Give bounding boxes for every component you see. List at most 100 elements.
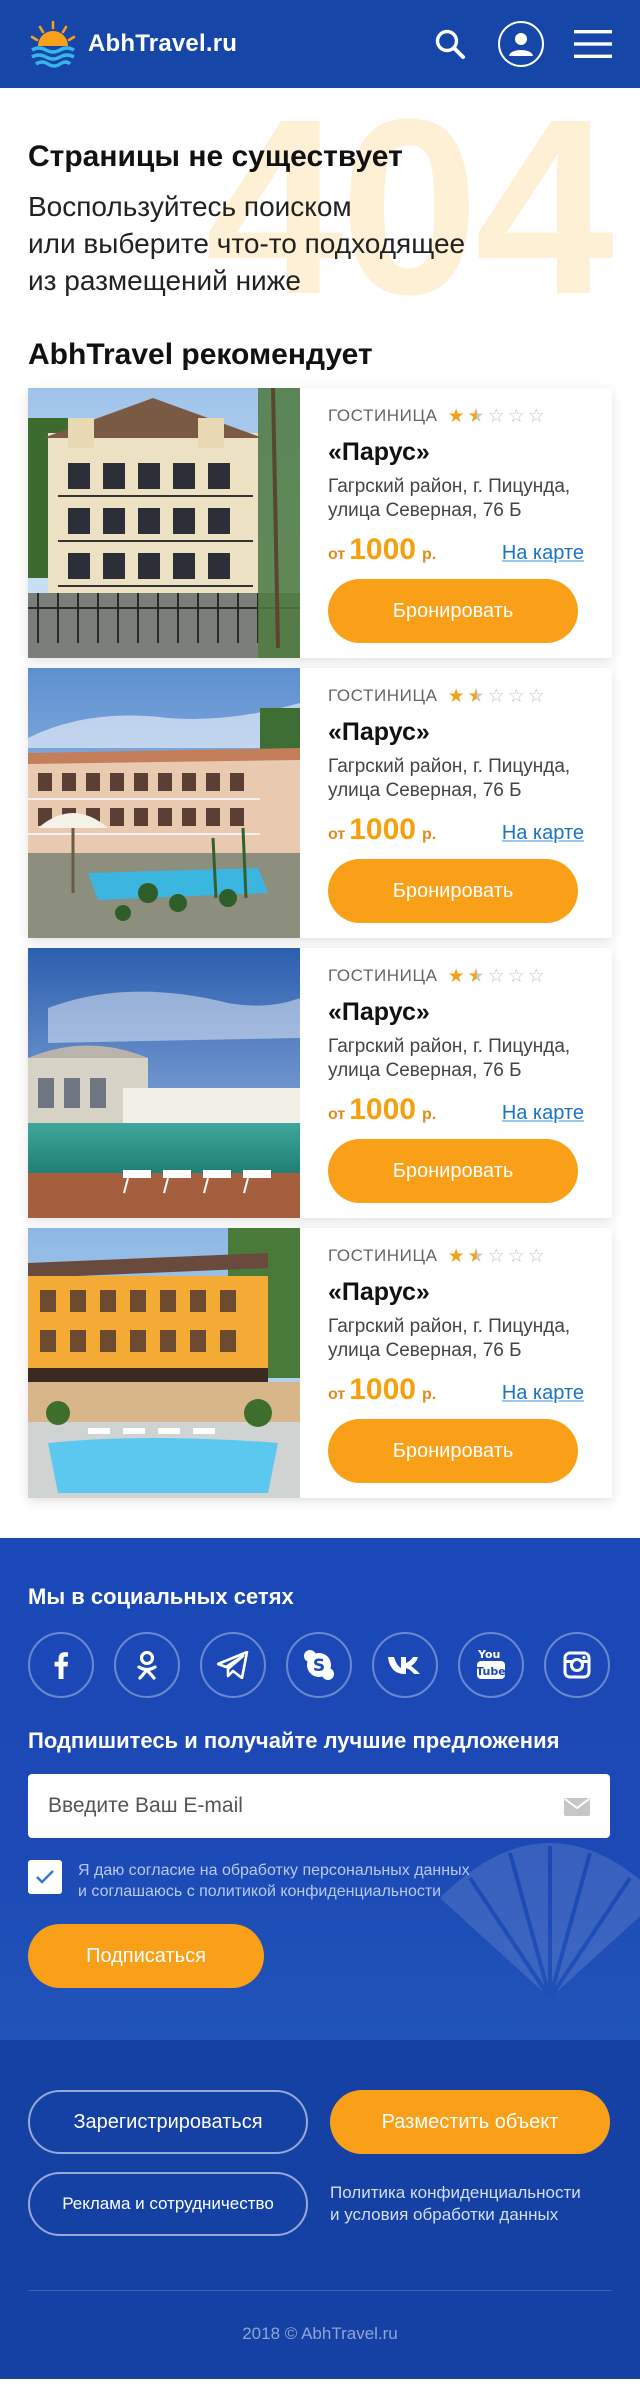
- hotel-photo[interactable]: [28, 1228, 300, 1498]
- menu-button[interactable]: [574, 29, 612, 59]
- price-value: 1000: [349, 1373, 416, 1406]
- hotel-photo[interactable]: [28, 388, 300, 658]
- telegram-link[interactable]: [200, 1632, 266, 1698]
- star-empty-icon: ☆: [527, 685, 545, 707]
- facebook-icon: [54, 1652, 69, 1679]
- privacy-policy-link[interactable]: Политика конфиденциальности и условия об…: [330, 2182, 581, 2226]
- subscribe-button[interactable]: Подписаться: [28, 1924, 264, 1988]
- hotel-card[interactable]: ГОСТИНИЦА ★ ★ ☆ ☆ ☆ «Парус» Гагрский рай…: [28, 948, 612, 1218]
- hotel-card[interactable]: ГОСТИНИЦА ★ ★ ☆ ☆ ☆ «Парус» Гагрский рай…: [28, 388, 612, 658]
- star-rating: ★ ★ ☆ ☆ ☆: [448, 687, 545, 706]
- map-link[interactable]: На карте: [502, 822, 584, 845]
- hamburger-menu-icon: [574, 30, 612, 58]
- star-empty-icon: ☆: [507, 685, 525, 707]
- social-heading: Мы в социальных сетях: [28, 1584, 294, 1609]
- star-rating: ★ ★ ☆ ☆ ☆: [448, 407, 545, 426]
- star-empty-icon: ☆: [507, 1245, 525, 1267]
- price-currency: р.: [421, 1106, 437, 1123]
- skype-link[interactable]: S: [286, 1632, 352, 1698]
- social-subscribe-section: Мы в социальных сетях S You Tube Подпишит…: [0, 1538, 640, 2040]
- hotel-pool-image: [28, 668, 300, 938]
- svg-text:S: S: [313, 1656, 325, 1676]
- star-half-icon: ★: [467, 1245, 485, 1267]
- price-value: 1000: [349, 1093, 416, 1126]
- place-object-button[interactable]: Разместить объект: [330, 2090, 610, 2154]
- star-empty-icon: ☆: [527, 1245, 545, 1267]
- star-empty-icon: ☆: [527, 405, 545, 427]
- register-button[interactable]: Зарегистрироваться: [28, 2090, 308, 2154]
- logo[interactable]: AbhTravel.ru: [28, 19, 237, 69]
- hotel-address: Гагрский район, г. Пицунда, улица Северн…: [328, 476, 571, 521]
- vk-link[interactable]: [372, 1632, 438, 1698]
- star-empty-icon: ☆: [487, 1245, 505, 1267]
- price-value: 1000: [349, 533, 416, 566]
- copyright: 2018 © AbhTravel.ru: [242, 2324, 398, 2343]
- book-button[interactable]: Бронировать: [328, 859, 578, 923]
- hotel-type: ГОСТИНИЦА: [328, 1246, 438, 1265]
- sun-waves-logo-icon: [30, 20, 76, 68]
- price-prefix: от: [328, 546, 346, 563]
- price-prefix: от: [328, 1386, 346, 1403]
- social-links: S You Tube: [28, 1632, 612, 1698]
- email-field-wrapper: [28, 1774, 610, 1838]
- hotel-address: Гагрский район, г. Пицунда, улица Северн…: [328, 1036, 571, 1081]
- hotel-photo[interactable]: [28, 668, 300, 938]
- price-prefix: от: [328, 1106, 346, 1123]
- hotel-name[interactable]: «Парус»: [328, 1278, 584, 1307]
- hotel-address: Гагрский район, г. Пицунда, улица Северн…: [328, 756, 571, 801]
- map-link[interactable]: На карте: [502, 1102, 584, 1125]
- odnoklassniki-link[interactable]: [114, 1632, 180, 1698]
- star-rating: ★ ★ ☆ ☆ ☆: [448, 1247, 545, 1266]
- profile-button[interactable]: [498, 21, 544, 67]
- email-input[interactable]: [28, 1774, 610, 1838]
- youtube-link[interactable]: You Tube: [458, 1632, 524, 1698]
- price-currency: р.: [421, 826, 437, 843]
- hotel-indoor-pool-image: [28, 948, 300, 1218]
- hotel-address: Гагрский район, г. Пицунда, улица Северн…: [328, 1316, 571, 1361]
- hotel-type: ГОСТИНИЦА: [328, 406, 438, 425]
- odnoklassniki-icon: [137, 1650, 157, 1680]
- user-icon: [509, 33, 533, 56]
- hotel-name[interactable]: «Парус»: [328, 718, 584, 747]
- book-button[interactable]: Бронировать: [328, 579, 578, 643]
- star-half-icon: ★: [467, 405, 485, 427]
- star-empty-icon: ☆: [507, 405, 525, 427]
- search-button[interactable]: [432, 26, 468, 62]
- star-empty-icon: ☆: [487, 965, 505, 987]
- page-title: Страницы не существует: [28, 140, 403, 173]
- telegram-icon: [217, 1651, 249, 1679]
- star-half-icon: ★: [467, 685, 485, 707]
- instagram-icon: [563, 1651, 591, 1679]
- map-link[interactable]: На карте: [502, 1382, 584, 1405]
- price-currency: р.: [421, 1386, 437, 1403]
- hotel-building-image: [28, 388, 300, 658]
- vk-icon: [388, 1657, 420, 1674]
- star-half-icon: ★: [467, 965, 485, 987]
- map-link[interactable]: На карте: [502, 542, 584, 565]
- price-value: 1000: [349, 813, 416, 846]
- book-button[interactable]: Бронировать: [328, 1419, 578, 1483]
- hotel-name[interactable]: «Парус»: [328, 438, 584, 467]
- hotel-type: ГОСТИНИЦА: [328, 686, 438, 705]
- facebook-link[interactable]: [28, 1632, 94, 1698]
- book-button[interactable]: Бронировать: [328, 1139, 578, 1203]
- star-rating: ★ ★ ☆ ☆ ☆: [448, 967, 545, 986]
- instagram-link[interactable]: [544, 1632, 610, 1698]
- star-full-icon: ★: [447, 1245, 465, 1267]
- star-empty-icon: ☆: [487, 685, 505, 707]
- skype-icon: S: [304, 1650, 334, 1680]
- price-prefix: от: [328, 826, 346, 843]
- star-empty-icon: ☆: [487, 405, 505, 427]
- search-icon: [435, 29, 465, 59]
- hotel-type: ГОСТИНИЦА: [328, 966, 438, 985]
- star-empty-icon: ☆: [507, 965, 525, 987]
- mail-icon: [564, 1798, 590, 1816]
- site-footer: Зарегистрироваться Разместить объект Рек…: [0, 2040, 640, 2379]
- hotel-card[interactable]: ГОСТИНИЦА ★ ★ ☆ ☆ ☆ «Парус» Гагрский рай…: [28, 668, 612, 938]
- consent-checkbox[interactable]: [28, 1860, 62, 1894]
- star-full-icon: ★: [447, 685, 465, 707]
- hotel-card[interactable]: ГОСТИНИЦА ★ ★ ☆ ☆ ☆ «Парус» Гагрский рай…: [28, 1228, 612, 1498]
- advertising-button[interactable]: Реклама и сотрудничество: [28, 2172, 308, 2236]
- hotel-name[interactable]: «Парус»: [328, 998, 584, 1027]
- hotel-photo[interactable]: [28, 948, 300, 1218]
